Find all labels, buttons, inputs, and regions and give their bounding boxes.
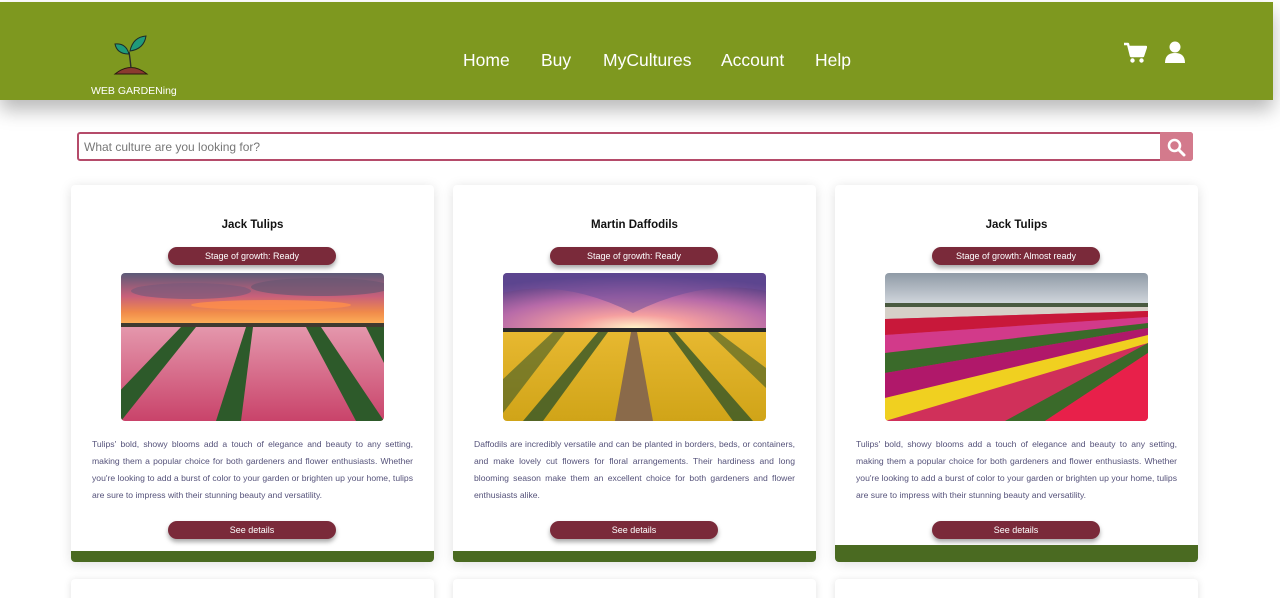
card-description: Tulips' bold, showy blooms add a touch o… bbox=[856, 439, 1177, 500]
card-description: Tulips' bold, showy blooms add a touch o… bbox=[92, 439, 413, 500]
top-navbar: WEB GARDENing Home Buy MyCultures Accoun… bbox=[0, 2, 1273, 100]
culture-card: Jack Tulips Stage of growth: Almost read… bbox=[835, 185, 1198, 562]
user-icon[interactable] bbox=[1165, 41, 1185, 68]
card-title: Jack Tulips bbox=[985, 219, 1048, 231]
culture-card-partial bbox=[71, 579, 434, 598]
stage-badge: Stage of growth: Almost ready bbox=[932, 247, 1100, 265]
see-details-button[interactable]: See details bbox=[168, 521, 336, 539]
brand-name: WEB GARDENing bbox=[91, 85, 177, 97]
stage-badge: Stage of growth: Ready bbox=[168, 247, 336, 265]
culture-card-partial bbox=[453, 579, 816, 598]
card-image bbox=[885, 273, 1148, 421]
card-image bbox=[503, 273, 766, 421]
nav-help[interactable]: Help bbox=[815, 50, 851, 71]
culture-card: Jack Tulips Stage of growth: Ready Tulip… bbox=[71, 185, 434, 562]
nav-home[interactable]: Home bbox=[463, 50, 510, 71]
card-title: Jack Tulips bbox=[221, 219, 284, 231]
nav-buy[interactable]: Buy bbox=[541, 50, 571, 71]
search-icon bbox=[1167, 138, 1186, 157]
cart-icon[interactable] bbox=[1123, 42, 1148, 69]
search-button[interactable] bbox=[1160, 132, 1193, 161]
card-image bbox=[121, 273, 384, 421]
culture-card-partial bbox=[835, 579, 1198, 598]
card-footer bbox=[835, 545, 1198, 562]
main-nav: Home Buy MyCultures Account Help bbox=[0, 50, 1273, 74]
card-footer bbox=[453, 551, 816, 562]
see-details-button[interactable]: See details bbox=[932, 521, 1100, 539]
culture-card: Martin Daffodils Stage of growth: Ready bbox=[453, 185, 816, 562]
card-title: Martin Daffodils bbox=[591, 219, 678, 231]
search-bar bbox=[77, 132, 1193, 161]
stage-badge: Stage of growth: Ready bbox=[550, 247, 718, 265]
see-details-button[interactable]: See details bbox=[550, 521, 718, 539]
nav-mycultures[interactable]: MyCultures bbox=[603, 50, 692, 71]
nav-account[interactable]: Account bbox=[721, 50, 784, 71]
card-description: Daffodils are incredibly versatile and c… bbox=[474, 439, 795, 500]
card-footer bbox=[71, 551, 434, 562]
search-input[interactable] bbox=[79, 134, 1161, 159]
